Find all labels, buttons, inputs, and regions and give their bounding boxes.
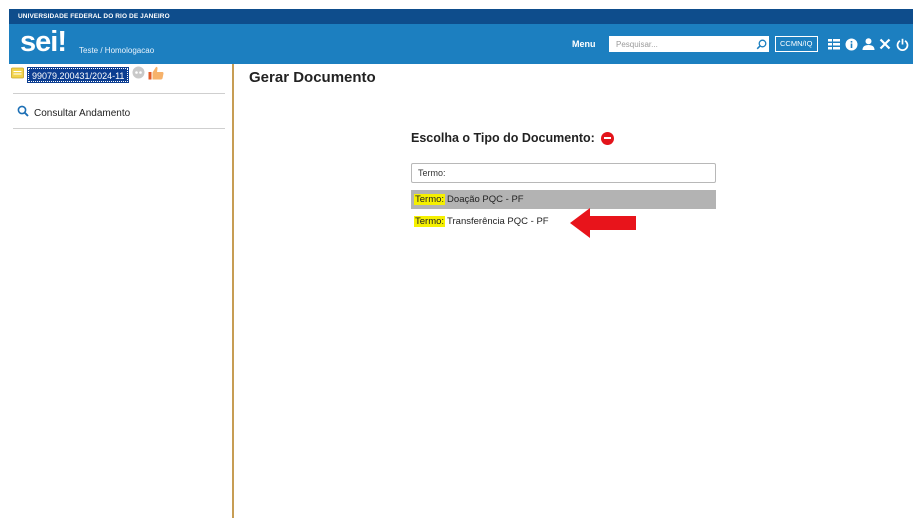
tools-icon[interactable] — [877, 36, 893, 52]
option-label: Transferência PQC - PF — [447, 216, 549, 227]
option-label: Doação PQC - PF — [447, 194, 524, 205]
search-input[interactable] — [609, 36, 769, 52]
search-icon[interactable] — [753, 36, 769, 52]
process-row: 99079.200431/2024-11 — [11, 66, 164, 85]
consult-andamento-label: Consultar Andamento — [34, 107, 131, 119]
page-title: Gerar Documento — [249, 69, 376, 86]
view-icon[interactable] — [132, 66, 145, 84]
sidebar-divider — [13, 93, 225, 94]
consult-andamento-link[interactable]: Consultar Andamento — [17, 104, 130, 122]
minus-icon[interactable] — [600, 131, 614, 145]
option-highlight: Termo: — [414, 194, 446, 205]
top-bar: UNIVERSIDADE FEDERAL DO RIO DE JANEIRO s… — [9, 9, 913, 64]
info-icon[interactable] — [843, 36, 859, 52]
user-icon[interactable] — [860, 36, 876, 52]
sidebar-divider — [13, 128, 225, 129]
document-type-filter-input[interactable] — [411, 163, 716, 183]
hand-icon[interactable] — [148, 66, 164, 85]
university-name: UNIVERSIDADE FEDERAL DO RIO DE JANEIRO — [9, 9, 913, 24]
logo-suffix: ! — [57, 26, 67, 58]
menu-button[interactable]: Menu — [572, 39, 596, 49]
folder-icon[interactable] — [11, 66, 24, 84]
logout-icon[interactable] — [894, 36, 910, 52]
red-arrow-annotation — [570, 208, 636, 238]
document-type-heading-text: Escolha o Tipo do Documento: — [411, 131, 595, 145]
document-option-doacao[interactable]: Termo: Doação PQC - PF — [411, 190, 716, 209]
unit-selector[interactable]: CCMN/IQ — [775, 36, 818, 52]
process-number[interactable]: 99079.200431/2024-11 — [26, 67, 130, 83]
environment-label: Teste / Homologacao — [79, 46, 155, 55]
magnifier-icon — [17, 104, 29, 122]
sei-logo[interactable]: sei! — [20, 26, 67, 58]
logo-text: sei — [20, 26, 58, 58]
control-panel-icon[interactable] — [826, 36, 842, 52]
document-option-transferencia[interactable]: Termo: Transferência PQC - PF — [411, 212, 716, 231]
document-type-heading: Escolha o Tipo do Documento: — [411, 131, 614, 145]
option-highlight: Termo: — [414, 216, 446, 227]
sidebar: 99079.200431/2024-11 Consultar Andamento — [9, 64, 234, 518]
